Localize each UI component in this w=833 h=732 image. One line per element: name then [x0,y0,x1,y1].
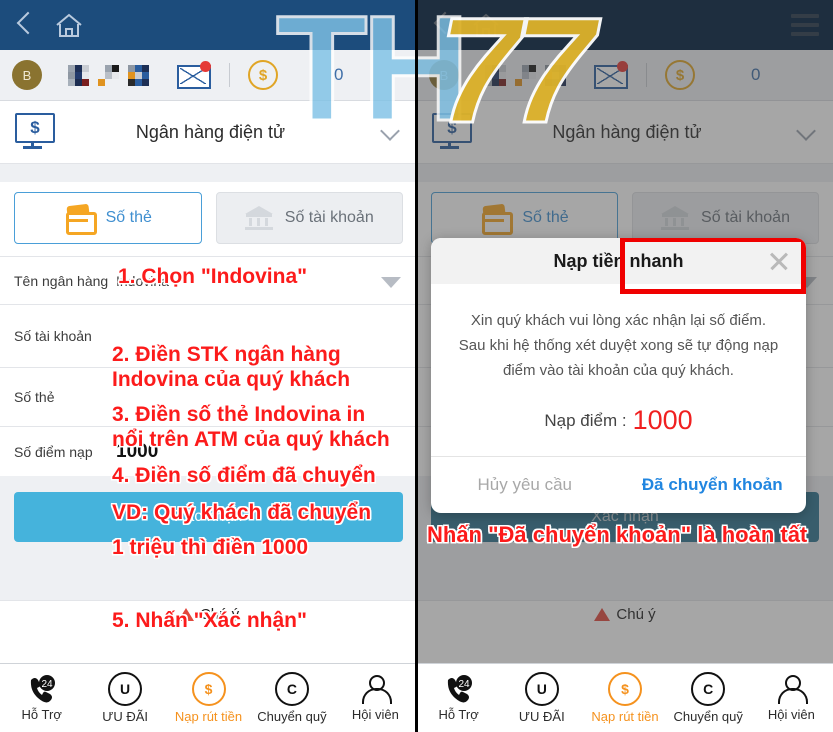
nav-label: Chuyển quỹ [257,709,327,724]
nav-label: Nạp rút tiền [174,709,243,724]
balance-value: 0 [334,65,344,84]
caret-down-icon[interactable] [381,277,401,288]
modal-body-line-2: Sau khi hệ thống xét duyệt xong sẽ tự độ… [458,337,779,354]
deposit-dollar-icon: $ [191,672,226,706]
transfer-c-icon: C [691,672,726,706]
tab-label: Số tài khoản [284,209,374,226]
screenshot-stage: B $ 0 $ Ngân hàng điện tử Số thẻ Số tài … [0,0,833,732]
mosaic-block [128,64,149,86]
annotation-step-5: 5. Nhấn "Xác nhận" [112,609,307,632]
masked-username [68,64,149,86]
modal-dim-header-overlay [417,0,833,50]
divider-line [229,63,230,87]
unread-badge-dot [200,61,211,72]
annotation-step-2a: 2. Điền STK ngân hàng [112,343,341,366]
nav-item-hoi-vien[interactable]: Hội viên [750,674,833,722]
annotation-step-3a: 3. Điền số thẻ Indovina in [112,403,366,426]
modal-amount-row: Nạp điểm : 1000 [453,405,784,436]
cancel-request-button[interactable]: Hủy yêu cầu [431,457,619,513]
phone-24-icon: 24 [443,674,475,704]
nav-item-uu-dai[interactable]: U ƯU ĐÃI [500,672,583,724]
svg-text:24: 24 [41,679,53,690]
row-label: Số thẻ [14,389,55,405]
annotation-step-1: 1. Chọn "Indovina" [118,265,308,288]
avatar[interactable]: B [12,60,42,90]
nav-item-uu-dai[interactable]: U ƯU ĐÃI [83,672,166,724]
right-phone-panel: B $ 0 $ Ngân hàng điện tử Số thẻ Số tài … [417,0,833,732]
modal-body-line-3: điểm vào tài khoản của quý khách. [503,362,734,379]
account-strip: B $ 0 [0,50,417,101]
coin-dollar-icon[interactable]: $ [248,60,278,90]
modal-footer: Hủy yêu cầu Đã chuyển khoản [431,456,806,513]
nav-label: ƯU ĐÃI [518,709,565,724]
nav-item-chuyen-quy[interactable]: C Chuyển quỹ [667,672,750,724]
nav-label: Hỗ Trợ [21,707,62,722]
annotation-step-2b: Indovina của quý khách [112,368,351,391]
spacer [0,164,417,182]
mail-icon[interactable] [177,61,211,89]
modal-body-line-1: Xin quý khách vui lòng xác nhận lại số đ… [470,312,767,329]
nav-label: ƯU ĐÃI [102,709,148,724]
nav-label: Hội viên [351,707,399,722]
member-person-icon [360,674,393,704]
amount-label: Nạp điểm : [544,411,627,430]
home-icon[interactable] [52,8,86,42]
account-type-tabs: Số thẻ Số tài khoản [0,182,417,256]
mosaic-block [98,64,119,86]
promo-u-icon: U [524,672,559,706]
tab-so-tai-khoan[interactable]: Số tài khoản [215,192,403,244]
credit-card-icon [64,203,97,235]
annotation-step-4b: VD: Quý khách đã chuyển [112,501,372,524]
tab-label: Số thẻ [105,209,152,226]
annotation-step-4c: 1 triệu thì điền 1000 [112,536,309,559]
annotation-final-step: Nhấn "Đã chuyển khoản" là hoàn tất [427,522,808,547]
quick-deposit-modal: Nạp tiền nhanh Xin quý khách vui lòng xá… [431,238,806,513]
left-phone-panel: B $ 0 $ Ngân hàng điện tử Số thẻ Số tài … [0,0,417,732]
member-person-icon [776,674,809,704]
bottom-navigation: 24 Hỗ Trợ U ƯU ĐÃI $ Nạp rút tiền C Chuy… [417,663,833,732]
bank-icon [244,206,273,230]
header-nav-icons [12,8,86,42]
chevron-down-icon[interactable] [381,123,399,141]
transfer-c-icon: C [274,672,309,706]
nav-label: Hỗ Trợ [438,707,479,722]
promo-u-icon: U [108,672,143,706]
nav-item-ho-tro[interactable]: 24 Hỗ Trợ [417,674,500,722]
modal-body: Xin quý khách vui lòng xác nhận lại số đ… [431,284,806,456]
nav-item-nap-rut-tien[interactable]: $ Nạp rút tiền [583,672,666,724]
tab-so-the[interactable]: Số thẻ [14,192,202,244]
monitor-dollar-icon: $ [12,113,56,151]
amount-value: 1000 [632,405,693,435]
nav-label: Nạp rút tiền [591,709,659,724]
nav-item-chuyen-quy[interactable]: C Chuyển quỹ [250,672,333,724]
nav-item-ho-tro[interactable]: 24 Hỗ Trợ [0,674,83,722]
svg-text:24: 24 [458,679,470,690]
nav-item-nap-rut-tien[interactable]: $ Nạp rút tiền [167,672,250,724]
nav-label: Chuyển quỹ [673,709,743,724]
mosaic-block [68,64,89,86]
section-header-ebanking[interactable]: $ Ngân hàng điện tử [0,101,417,164]
highlight-box [620,238,806,294]
page-title: Ngân hàng điện tử [135,121,286,142]
annotation-step-3b: nổi trên ATM của quý khách [112,428,390,451]
deposit-dollar-icon: $ [608,672,642,706]
top-header-bar [0,0,417,50]
nav-label: Hội viên [767,707,815,722]
nav-item-hoi-vien[interactable]: Hội viên [334,674,417,722]
row-label: Số điểm nạp [14,443,93,460]
row-label: Số tài khoản [14,328,92,344]
phone-24-icon: 24 [26,674,58,704]
row-label: Tên ngân hàng [14,272,109,289]
annotation-step-4a: 4. Điền số điểm đã chuyển [112,464,376,487]
bottom-navigation: 24 Hỗ Trợ U ƯU ĐÃI $ Nạp rút tiền C Chuy… [0,663,417,732]
chevron-left-icon[interactable] [12,8,36,42]
transferred-confirm-button[interactable]: Đã chuyển khoản [619,457,807,513]
panel-divider [415,0,418,732]
